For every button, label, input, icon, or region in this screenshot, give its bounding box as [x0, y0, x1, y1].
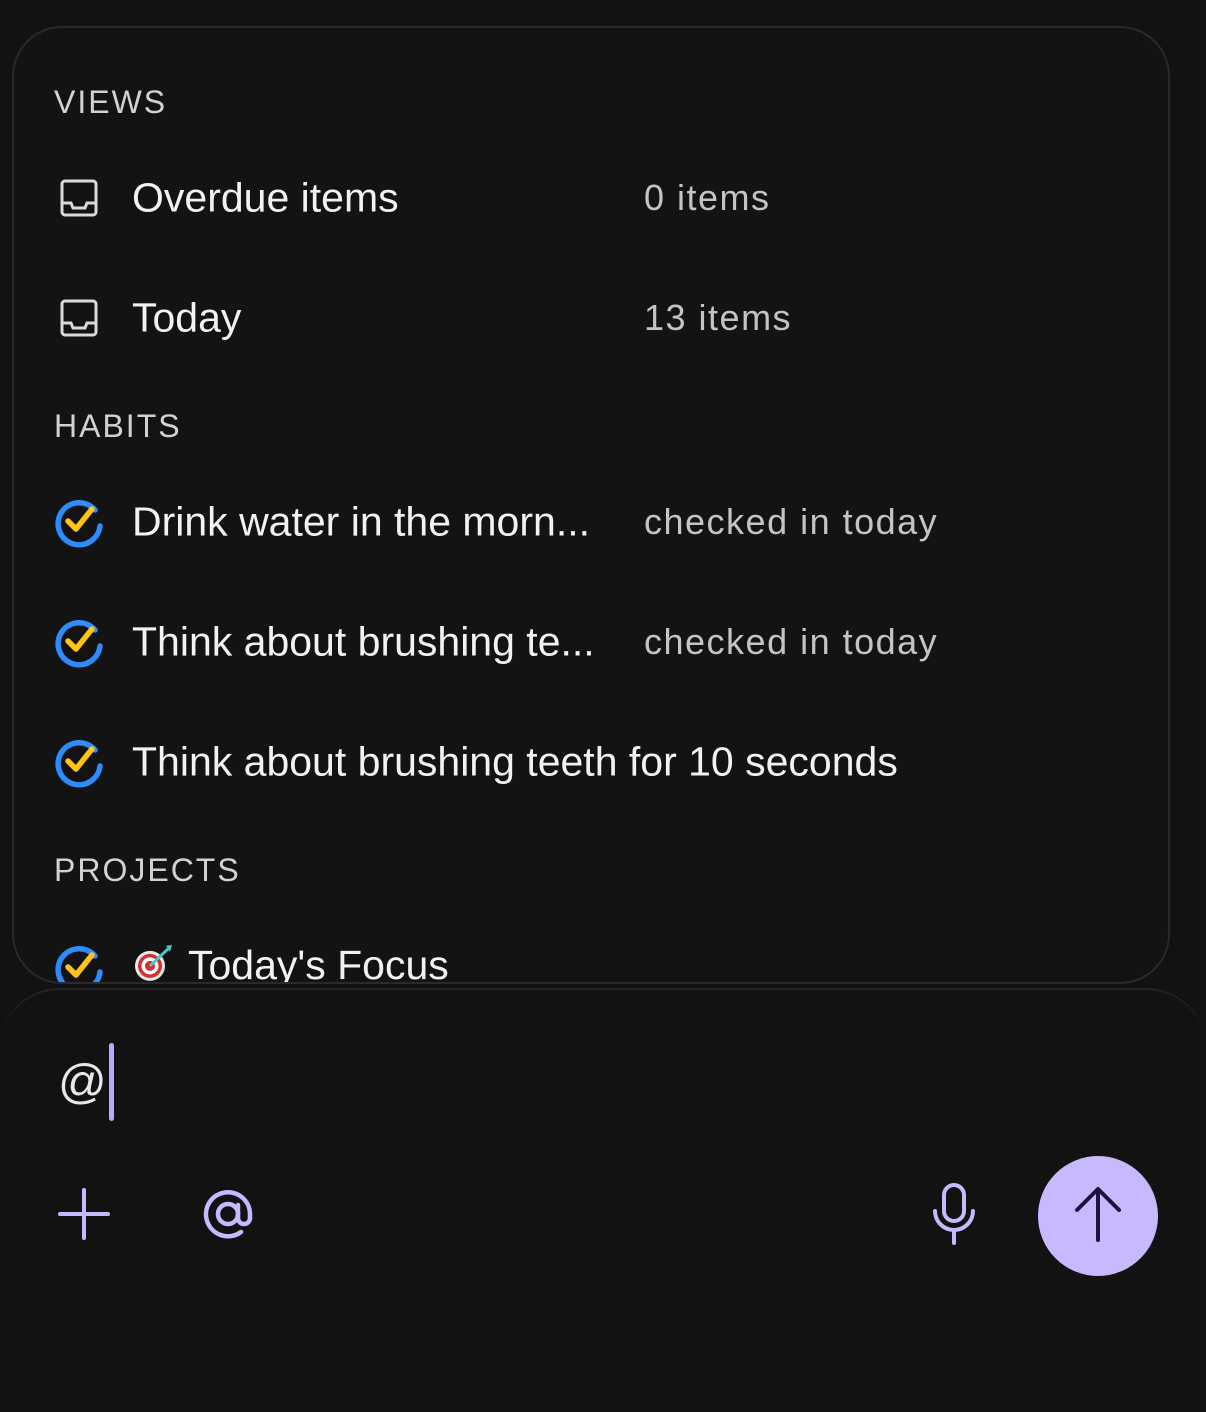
plus-icon — [58, 1187, 110, 1245]
arrow-up-icon — [1073, 1186, 1123, 1247]
add-button[interactable] — [44, 1176, 124, 1256]
habit-check-icon — [52, 615, 106, 669]
habit-check-icon — [52, 941, 106, 982]
microphone-icon — [930, 1182, 978, 1250]
composer-input[interactable]: @ — [58, 1040, 114, 1124]
view-item-label: Today — [132, 294, 242, 341]
send-button[interactable] — [1038, 1156, 1158, 1276]
at-sign-icon — [199, 1185, 257, 1248]
inbox-icon — [52, 291, 106, 345]
view-item-overdue[interactable]: Overdue items 0 items — [52, 158, 1168, 238]
inbox-icon — [52, 171, 106, 225]
habit-item-brushing-teeth[interactable]: Think about brushing te... checked in to… — [52, 602, 1168, 682]
view-item-today[interactable]: Today 13 items — [52, 278, 1168, 358]
project-item-todays-focus[interactable]: Today's Focus — [52, 928, 1168, 984]
habit-check-icon — [52, 495, 106, 549]
view-item-count: 0 items — [644, 177, 771, 218]
habit-checkin-status: checked in today — [644, 501, 939, 542]
voice-input-button[interactable] — [914, 1176, 994, 1256]
habit-item-brushing-teeth-10s[interactable]: Think about brushing teeth for 10 second… — [52, 722, 1168, 802]
projects-section-header: PROJECTS — [54, 852, 241, 888]
target-emoji-icon — [132, 942, 174, 982]
views-section-header: VIEWS — [54, 84, 168, 120]
habit-item-label: Drink water in the morn... — [132, 498, 590, 545]
composer: @ — [0, 988, 1206, 1412]
habit-checkin-status: checked in today — [644, 621, 939, 662]
mention-suggestions-panel: VIEWS Overdue items 0 items Today 13 ite… — [12, 26, 1170, 984]
habit-item-label: Think about brushing teeth for 10 second… — [132, 738, 898, 785]
text-caret — [108, 1043, 114, 1121]
project-item-name: Today's Focus — [188, 941, 449, 984]
view-item-count: 13 items — [644, 297, 793, 338]
screen: VIEWS Overdue items 0 items Today 13 ite… — [0, 0, 1206, 1412]
habit-item-drink-water[interactable]: Drink water in the morn... checked in to… — [52, 482, 1168, 562]
project-item-label: Today's Focus — [132, 941, 449, 984]
habit-item-label: Think about brushing te... — [132, 618, 595, 665]
composer-input-value: @ — [58, 1055, 107, 1109]
mention-button[interactable] — [188, 1176, 268, 1256]
habits-section-header: HABITS — [54, 408, 182, 444]
view-item-label: Overdue items — [132, 174, 399, 221]
habit-check-icon — [52, 735, 106, 789]
